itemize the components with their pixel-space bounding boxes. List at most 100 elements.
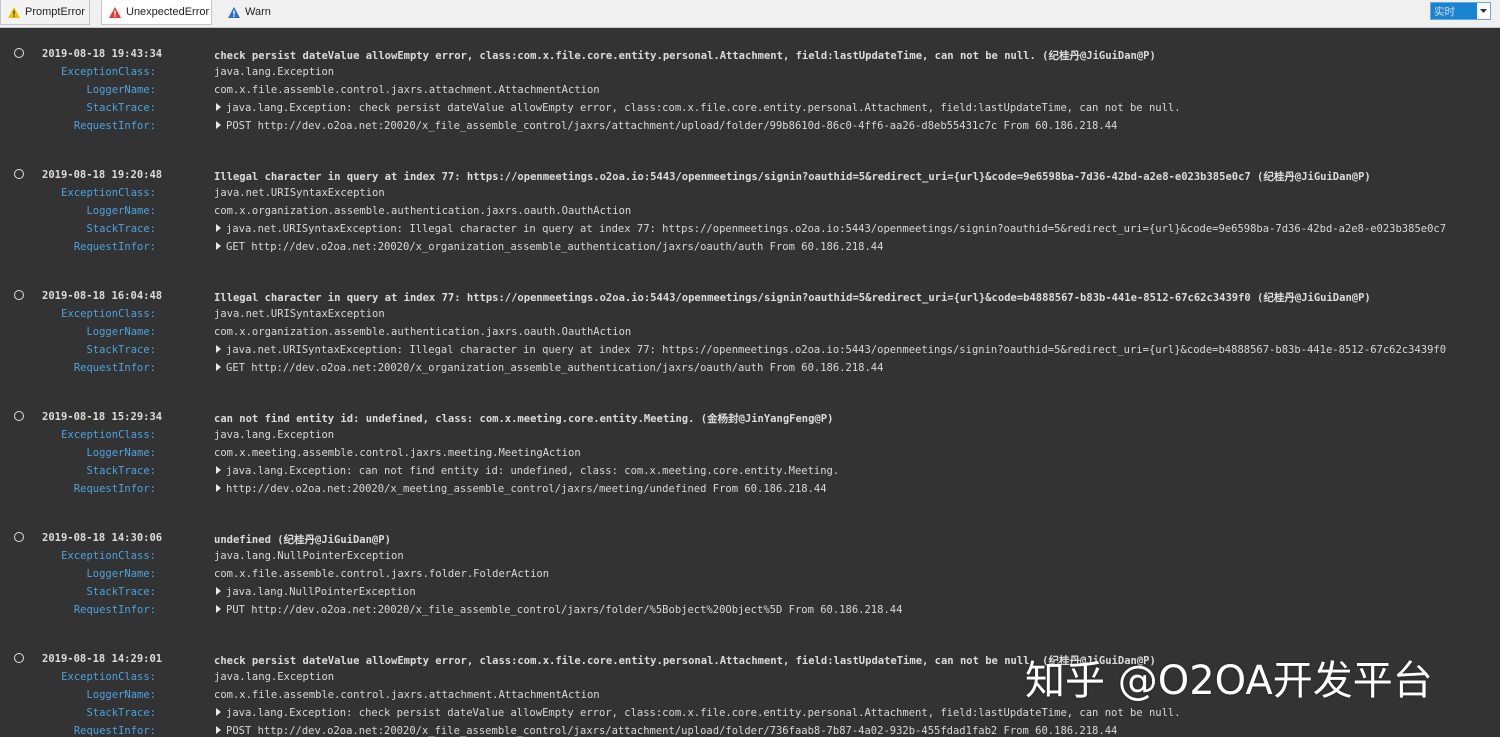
entry-time: 2019-08-18 14:30:06 <box>42 532 163 544</box>
request-infor-value: PUT http://dev.o2oa.net:20020/x_file_ass… <box>226 604 903 616</box>
stack-trace-toggle[interactable]: java.net.URISyntaxException: Illegal cha… <box>214 223 1446 235</box>
request-infor-value: GET http://dev.o2oa.net:20020/x_organiza… <box>226 241 884 253</box>
mode-select[interactable]: 实时 <box>1430 2 1491 20</box>
entry-time: 2019-08-18 16:04:48 <box>42 290 163 302</box>
label-exception-class: ExceptionClass: <box>61 550 156 562</box>
request-infor-toggle[interactable]: GET http://dev.o2oa.net:20020/x_organiza… <box>214 241 883 253</box>
logger-name-value: com.x.meeting.assemble.control.jaxrs.mee… <box>214 447 581 459</box>
exception-class-value: java.lang.NullPointerException <box>214 550 404 562</box>
request-infor-toggle[interactable]: PUT http://dev.o2oa.net:20020/x_file_ass… <box>214 604 902 616</box>
stack-trace-toggle[interactable]: java.lang.Exception: check persist dateV… <box>214 707 1181 719</box>
entry-time: 2019-08-18 15:29:34 <box>42 411 163 423</box>
warning-icon <box>8 6 20 18</box>
label-request-infor: RequestInfor: <box>73 725 156 737</box>
request-infor-value: POST http://dev.o2oa.net:20020/x_file_as… <box>226 120 1118 132</box>
entry-message: Illegal character in query at index 77: … <box>214 171 1371 183</box>
stack-trace-toggle[interactable]: java.lang.NullPointerException <box>214 586 416 598</box>
log-entry: 2019-08-18 16:04:48 Illegal character in… <box>0 284 1500 384</box>
label-request-infor: RequestInfor: <box>73 604 156 616</box>
radio-circle-icon[interactable] <box>14 532 24 542</box>
label-stack-trace: StackTrace: <box>86 465 156 477</box>
request-infor-value: GET http://dev.o2oa.net:20020/x_organiza… <box>226 362 884 374</box>
expand-triangle-icon <box>216 708 221 716</box>
log-list: 2019-08-18 19:43:34 check persist dateVa… <box>0 28 1500 737</box>
tab-prompt-error[interactable]: PromptError <box>0 0 90 25</box>
radio-circle-icon[interactable] <box>14 411 24 421</box>
tab-unexpected-error[interactable]: UnexpectedError <box>101 0 212 25</box>
request-infor-toggle[interactable]: http://dev.o2oa.net:20020/x_meeting_asse… <box>214 483 827 495</box>
expand-triangle-icon <box>216 466 221 474</box>
tab-label: PromptError <box>25 6 85 18</box>
label-logger-name: LoggerName: <box>86 84 156 96</box>
label-exception-class: ExceptionClass: <box>61 429 156 441</box>
label-logger-name: LoggerName: <box>86 326 156 338</box>
label-logger-name: LoggerName: <box>86 447 156 459</box>
expand-triangle-icon <box>216 587 221 595</box>
log-entry: 2019-08-18 15:29:34 can not find entity … <box>0 405 1500 505</box>
stack-trace-toggle[interactable]: java.lang.Exception: check persist dateV… <box>214 102 1181 114</box>
entry-time: 2019-08-18 14:29:01 <box>42 653 163 665</box>
label-exception-class: ExceptionClass: <box>61 66 156 78</box>
exception-class-value: java.net.URISyntaxException <box>214 308 385 320</box>
exception-class-value: java.lang.Exception <box>214 429 335 441</box>
label-exception-class: ExceptionClass: <box>61 308 156 320</box>
radio-circle-icon[interactable] <box>14 653 24 663</box>
label-request-infor: RequestInfor: <box>73 362 156 374</box>
entry-message: check persist dateValue allowEmpty error… <box>214 655 1156 667</box>
stack-trace-value: java.net.URISyntaxException: Illegal cha… <box>226 223 1447 235</box>
stack-trace-value: java.lang.Exception: check persist dateV… <box>226 707 1181 719</box>
logger-name-value: com.x.file.assemble.control.jaxrs.attach… <box>214 84 600 96</box>
stack-trace-value: java.lang.Exception: can not find entity… <box>226 465 840 477</box>
stack-trace-value: java.lang.Exception: check persist dateV… <box>226 102 1181 114</box>
chevron-down-icon <box>1477 3 1490 19</box>
stack-trace-value: java.net.URISyntaxException: Illegal cha… <box>226 344 1447 356</box>
label-stack-trace: StackTrace: <box>86 344 156 356</box>
tab-label: UnexpectedError <box>126 6 210 18</box>
expand-triangle-icon <box>216 121 221 129</box>
request-infor-toggle[interactable]: POST http://dev.o2oa.net:20020/x_file_as… <box>214 725 1117 737</box>
radio-circle-icon[interactable] <box>14 169 24 179</box>
request-infor-toggle[interactable]: GET http://dev.o2oa.net:20020/x_organiza… <box>214 362 883 374</box>
label-exception-class: ExceptionClass: <box>61 187 156 199</box>
radio-circle-icon[interactable] <box>14 290 24 300</box>
logger-name-value: com.x.file.assemble.control.jaxrs.folder… <box>214 568 550 580</box>
expand-triangle-icon <box>216 103 221 111</box>
expand-triangle-icon <box>216 726 221 734</box>
watermark: 知乎 @O2OA开发平台 <box>1025 658 1433 704</box>
label-logger-name: LoggerName: <box>86 689 156 701</box>
expand-triangle-icon <box>216 363 221 371</box>
stack-trace-toggle[interactable]: java.lang.Exception: can not find entity… <box>214 465 839 477</box>
exception-class-value: java.lang.Exception <box>214 66 335 78</box>
logger-name-value: com.x.organization.assemble.authenticati… <box>214 326 632 338</box>
label-exception-class: ExceptionClass: <box>61 671 156 683</box>
warn-icon <box>228 6 240 18</box>
entry-message: check persist dateValue allowEmpty error… <box>214 50 1156 62</box>
expand-triangle-icon <box>216 484 221 492</box>
expand-triangle-icon <box>216 345 221 353</box>
expand-triangle-icon <box>216 605 221 613</box>
request-infor-value: POST http://dev.o2oa.net:20020/x_file_as… <box>226 725 1118 737</box>
request-infor-value: http://dev.o2oa.net:20020/x_meeting_asse… <box>226 483 827 495</box>
label-request-infor: RequestInfor: <box>73 483 156 495</box>
stack-trace-toggle[interactable]: java.net.URISyntaxException: Illegal cha… <box>214 344 1446 356</box>
log-entry: 2019-08-18 19:20:48 Illegal character in… <box>0 163 1500 263</box>
label-stack-trace: StackTrace: <box>86 586 156 598</box>
request-infor-toggle[interactable]: POST http://dev.o2oa.net:20020/x_file_as… <box>214 120 1117 132</box>
error-icon <box>109 6 121 18</box>
stack-trace-value: java.lang.NullPointerException <box>226 586 416 598</box>
label-stack-trace: StackTrace: <box>86 102 156 114</box>
entry-message: can not find entity id: undefined, class… <box>214 413 834 425</box>
log-entry: 2019-08-18 14:30:06 undefined (纪桂丹@JiGui… <box>0 526 1500 626</box>
radio-circle-icon[interactable] <box>14 48 24 58</box>
label-logger-name: LoggerName: <box>86 568 156 580</box>
entry-time: 2019-08-18 19:43:34 <box>42 48 163 60</box>
toolbar: PromptError UnexpectedError Warn 实时 <box>0 0 1500 28</box>
expand-triangle-icon <box>216 224 221 232</box>
exception-class-value: java.lang.Exception <box>214 671 335 683</box>
expand-triangle-icon <box>216 242 221 250</box>
label-request-infor: RequestInfor: <box>73 241 156 253</box>
log-entry: 2019-08-18 19:43:34 check persist dateVa… <box>0 42 1500 142</box>
exception-class-value: java.net.URISyntaxException <box>214 187 385 199</box>
tab-warn[interactable]: Warn <box>220 0 280 25</box>
label-logger-name: LoggerName: <box>86 205 156 217</box>
